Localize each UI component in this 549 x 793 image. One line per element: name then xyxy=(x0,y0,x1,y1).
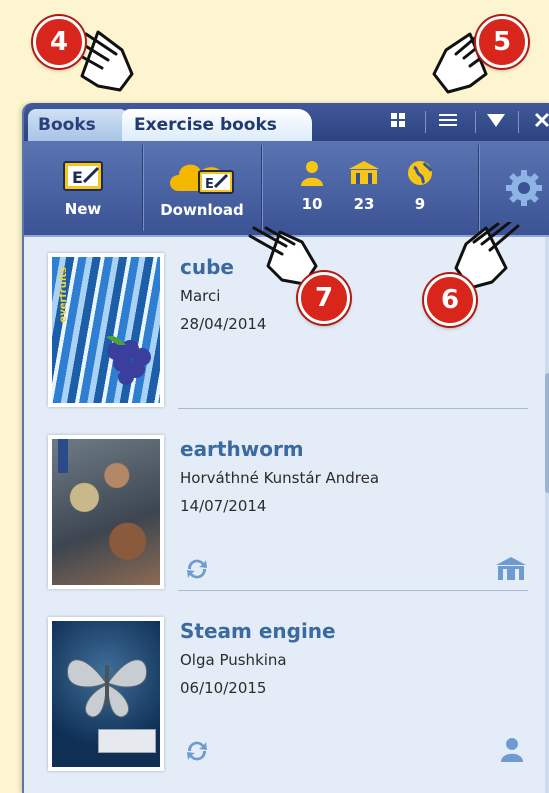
book-author: Marci xyxy=(180,287,221,305)
book-date: 06/10/2015 xyxy=(180,679,267,697)
tab-books[interactable]: Books xyxy=(28,109,128,141)
book-title[interactable]: cube xyxy=(180,255,234,279)
book-cover: everfruits xyxy=(48,253,164,407)
sync-icon[interactable] xyxy=(184,557,210,581)
sync-icon[interactable] xyxy=(184,739,210,763)
tab-exercise-books[interactable]: Exercise books xyxy=(122,109,312,141)
scrollbar-thumb[interactable] xyxy=(545,373,549,493)
download-button[interactable]: E Download xyxy=(143,141,261,235)
list-item[interactable]: Steam engine Olga Pushkina 06/10/2015 xyxy=(48,617,528,793)
callout-badge-4: 4 xyxy=(33,16,85,68)
book-author: Olga Pushkina xyxy=(180,651,287,669)
exercise-books-panel: Books Exercise books E New E Download 10… xyxy=(22,103,549,793)
grid-view-icon[interactable] xyxy=(390,112,406,133)
book-title[interactable]: Steam engine xyxy=(180,619,336,643)
divider xyxy=(178,590,528,591)
stat-private[interactable]: 10 xyxy=(294,159,330,213)
book-date: 14/07/2014 xyxy=(180,497,267,515)
stat-public[interactable]: 9 xyxy=(402,159,438,213)
divider xyxy=(178,408,528,409)
close-icon[interactable] xyxy=(534,112,549,133)
cover-text: everfruits xyxy=(58,267,69,323)
list-item[interactable]: earthworm Horváthné Kunstár Andrea 14/07… xyxy=(48,435,528,611)
exercise-book-list: everfruits cube Marci 28/04/2014 earthwo… xyxy=(24,237,549,793)
globe-icon xyxy=(408,161,433,185)
dropdown-icon[interactable] xyxy=(486,112,506,133)
callout-badge-5: 5 xyxy=(476,16,528,68)
scrollbar[interactable] xyxy=(545,237,549,793)
new-label: New xyxy=(64,200,102,218)
callout-badge-7: 7 xyxy=(298,272,350,324)
stat-school[interactable]: 23 xyxy=(344,159,384,213)
cloud-download-icon: E xyxy=(170,164,234,194)
new-button[interactable]: E New xyxy=(24,141,142,235)
download-label: Download xyxy=(160,201,244,219)
svg-text:E: E xyxy=(205,177,214,192)
book-cover xyxy=(48,617,164,771)
callout-badge-6: 6 xyxy=(424,274,476,326)
gear-icon xyxy=(506,170,542,206)
school-icon xyxy=(349,161,379,184)
book-author: Horváthné Kunstár Andrea xyxy=(180,469,380,487)
svg-text:E: E xyxy=(72,168,83,187)
school-icon xyxy=(496,557,526,580)
new-book-icon: E xyxy=(63,161,103,191)
person-icon xyxy=(301,161,323,186)
list-view-icon[interactable] xyxy=(439,112,457,133)
person-icon xyxy=(501,738,523,762)
book-date: 28/04/2014 xyxy=(180,315,267,333)
book-cover xyxy=(48,435,164,589)
book-title[interactable]: earthworm xyxy=(180,437,304,461)
tab-bar: Books Exercise books xyxy=(24,103,549,141)
settings-button[interactable] xyxy=(494,141,549,235)
